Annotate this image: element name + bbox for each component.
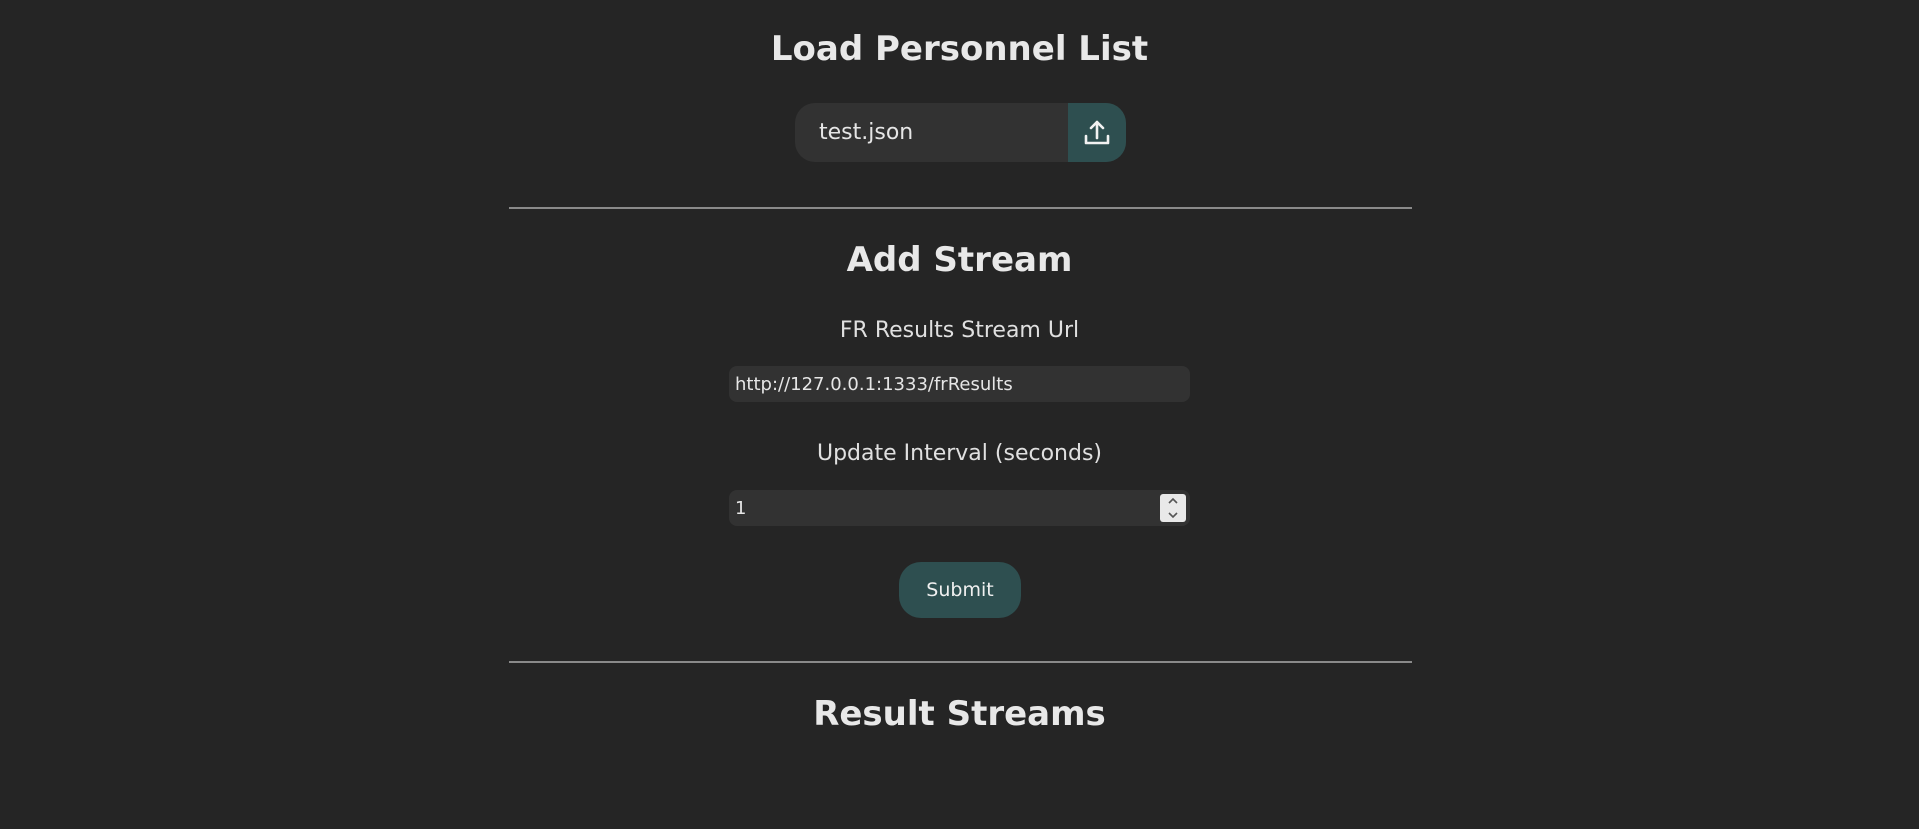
submit-button[interactable]: Submit	[899, 562, 1021, 618]
interval-stepper[interactable]	[1160, 494, 1186, 522]
stream-url-label: FR Results Stream Url	[839, 318, 1080, 343]
result-streams-title: Result Streams	[813, 694, 1106, 734]
chevron-down-icon	[1167, 511, 1179, 519]
add-stream-title: Add Stream	[846, 240, 1073, 280]
file-picker[interactable]: test.json	[795, 103, 1126, 162]
load-personnel-title: Load Personnel List	[770, 29, 1149, 69]
stepper-down-button[interactable]	[1160, 508, 1186, 522]
section-divider	[509, 207, 1412, 209]
stream-url-input[interactable]	[729, 366, 1190, 402]
section-divider	[509, 661, 1412, 663]
page: Load Personnel List test.json Add Stream…	[0, 0, 1919, 829]
upload-icon	[1081, 117, 1113, 149]
selected-file-name[interactable]: test.json	[795, 103, 1068, 162]
update-interval-input[interactable]	[729, 490, 1149, 526]
update-interval-field	[729, 490, 1190, 526]
stepper-up-button[interactable]	[1160, 494, 1186, 508]
upload-button[interactable]	[1068, 103, 1126, 162]
update-interval-label: Update Interval (seconds)	[816, 441, 1102, 466]
chevron-up-icon	[1167, 497, 1179, 505]
